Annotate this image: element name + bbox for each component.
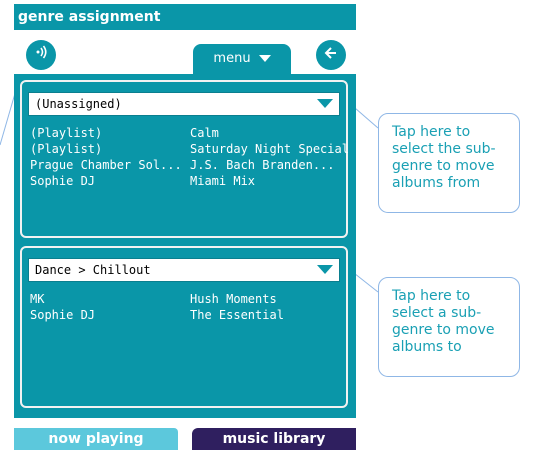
speaker-icon bbox=[33, 45, 49, 64]
back-button[interactable] bbox=[316, 40, 346, 70]
list-item[interactable]: (Playlist) Calm bbox=[30, 126, 350, 142]
callout-line: Tap here to bbox=[392, 124, 471, 140]
callout-line: Tap here to bbox=[392, 288, 471, 304]
target-dropdown-value: Dance > Chillout bbox=[35, 263, 151, 277]
target-subgenre-panel: Dance > Chillout MK Hush Moments Sophie D… bbox=[20, 246, 348, 408]
source-album-list: (Playlist) Calm (Playlist) Saturday Night … bbox=[30, 126, 350, 190]
callout-line: select a sub- bbox=[392, 305, 482, 321]
toolbar: menu bbox=[14, 30, 356, 74]
callout-line: select the sub- bbox=[392, 141, 496, 157]
list-item[interactable]: MK Hush Moments bbox=[30, 292, 350, 308]
source-dropdown-value: (Unassigned) bbox=[35, 97, 122, 111]
source-subgenre-dropdown[interactable]: (Unassigned) bbox=[28, 92, 340, 116]
target-subgenre-dropdown[interactable]: Dance > Chillout bbox=[28, 258, 340, 282]
callout-source-hint: Tap here to select the sub- genre to mov… bbox=[378, 113, 520, 213]
bottom-tab-bar: now playing music library bbox=[14, 418, 356, 450]
page-title: genre assignment bbox=[14, 4, 356, 30]
tab-now-playing[interactable]: now playing bbox=[14, 428, 178, 450]
callout-line: genre to move bbox=[392, 158, 495, 174]
device-screen: genre assignment menu (Unassigned) (Play… bbox=[14, 4, 356, 450]
target-album-list: MK Hush Moments Sophie DJ The Essential bbox=[30, 292, 350, 324]
list-item[interactable]: Sophie DJ Miami Mix bbox=[30, 174, 350, 190]
source-subgenre-panel: (Unassigned) (Playlist) Calm (Playlist) Sa… bbox=[20, 80, 350, 238]
list-item[interactable]: Prague Chamber Sol... J.S. Bach Branden..… bbox=[30, 158, 350, 174]
menu-label: menu bbox=[213, 51, 251, 66]
callout-line: albums from bbox=[392, 175, 481, 191]
speaker-button[interactable] bbox=[26, 40, 56, 70]
chevron-down-icon bbox=[317, 265, 333, 274]
callout-target-hint: Tap here to select a sub- genre to move … bbox=[378, 277, 520, 377]
list-item[interactable]: (Playlist) Saturday Night Special bbox=[30, 142, 350, 158]
list-item[interactable]: Sophie DJ The Essential bbox=[30, 308, 350, 324]
chevron-down-icon bbox=[258, 55, 271, 62]
callout-line: albums to bbox=[392, 339, 462, 355]
callout-line: genre to move bbox=[392, 322, 495, 338]
chevron-down-icon bbox=[317, 99, 333, 108]
menu-button[interactable]: menu bbox=[193, 44, 291, 74]
tab-music-library[interactable]: music library bbox=[192, 428, 356, 450]
arrow-left-icon bbox=[324, 46, 338, 64]
